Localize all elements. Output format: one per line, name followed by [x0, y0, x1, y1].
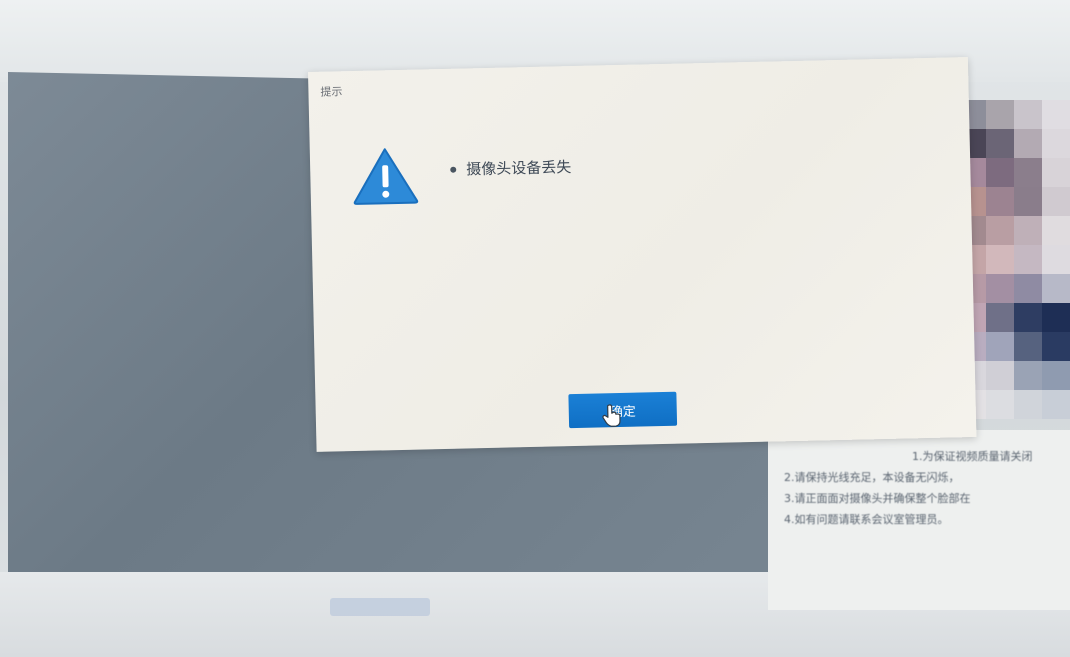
hand-cursor-icon — [602, 404, 621, 427]
instructions-list: 1.为保证视频质量请关闭 2.请保持光线充足，本设备无闪烁， 3.请正面面对摄像… — [784, 446, 1070, 530]
mosaic-block — [986, 216, 1014, 245]
instruction-item: 4.如有问题请联系会议室管理员。 — [784, 513, 949, 526]
instruction-item: 1.为保证视频质量请关闭 — [912, 450, 1033, 463]
mosaic-block — [1042, 332, 1070, 361]
mosaic-block — [986, 129, 1014, 158]
mosaic-block — [1014, 129, 1042, 158]
mosaic-block — [1042, 187, 1070, 216]
warning-triangle-icon — [353, 148, 419, 205]
mosaic-block — [1042, 361, 1070, 390]
mosaic-block — [986, 100, 1014, 129]
alert-message-text: 摄像头设备丢失 — [466, 158, 572, 179]
mosaic-block — [986, 332, 1014, 361]
mosaic-block — [986, 158, 1014, 187]
mosaic-block — [1014, 390, 1042, 419]
ok-button[interactable]: 确定 — [568, 391, 678, 429]
mosaic-block — [1042, 158, 1070, 187]
mosaic-block — [1042, 390, 1070, 419]
mosaic-block — [986, 187, 1014, 216]
instruction-item: 3.请正面面对摄像头并确保整个脸部在 — [784, 492, 971, 505]
mosaic-block — [1042, 274, 1070, 303]
mosaic-block — [1014, 361, 1042, 390]
mosaic-block — [1014, 332, 1042, 361]
mosaic-block — [1014, 100, 1042, 129]
mosaic-block — [986, 361, 1014, 390]
bottom-action-button[interactable] — [330, 598, 430, 616]
mosaic-block — [986, 245, 1014, 274]
mosaic-block — [1042, 129, 1070, 158]
mosaic-block — [1042, 216, 1070, 245]
bullet-icon — [450, 166, 457, 173]
mosaic-block — [986, 274, 1014, 303]
photo-scene: 1.为保证视频质量请关闭 2.请保持光线充足，本设备无闪烁， 3.请正面面对摄像… — [0, 0, 1070, 657]
mosaic-block — [1042, 100, 1070, 129]
instruction-item: 2.请保持光线充足，本设备无闪烁， — [784, 471, 960, 484]
mosaic-block — [1014, 158, 1042, 187]
mosaic-block — [1014, 216, 1042, 245]
alert-message: 摄像头设备丢失 — [450, 156, 571, 180]
mosaic-block — [1014, 303, 1042, 332]
mosaic-block — [1014, 187, 1042, 216]
mosaic-block — [1042, 303, 1070, 332]
mosaic-block — [986, 303, 1014, 332]
dialog-title: 提示 — [320, 85, 343, 99]
alert-dialog: 提示 摄像头设备丢失 确定 — [308, 57, 977, 452]
mosaic-block — [1014, 274, 1042, 303]
mosaic-block — [986, 390, 1014, 419]
mosaic-block — [1014, 245, 1042, 274]
mosaic-block — [1042, 245, 1070, 274]
